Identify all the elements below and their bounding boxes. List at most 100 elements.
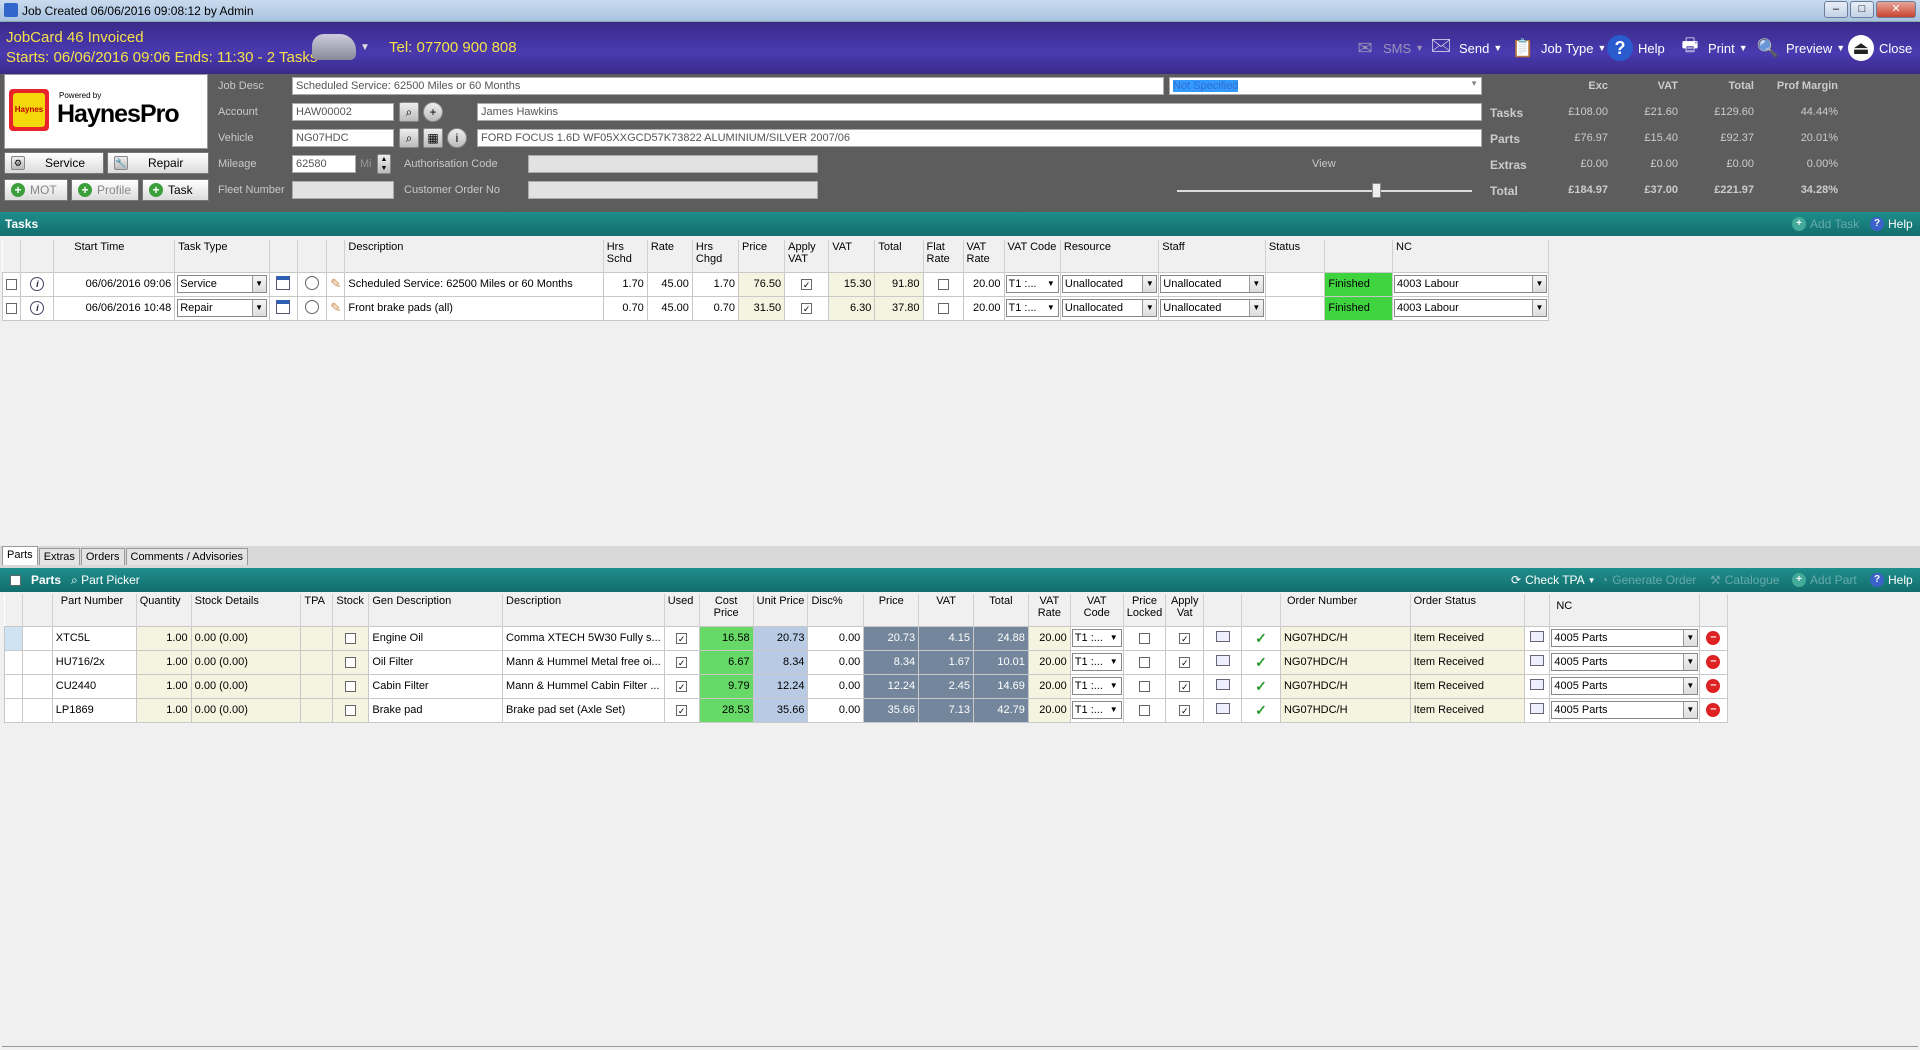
calendar-icon[interactable]: [276, 299, 291, 314]
fleet-number-field[interactable]: [292, 181, 394, 199]
resource-select[interactable]: Unallocated ▼: [1061, 275, 1158, 293]
minimize-button[interactable]: –: [1824, 1, 1848, 18]
car-dropdown-icon[interactable]: ▼: [360, 42, 370, 53]
maximize-button[interactable]: □: [1850, 1, 1874, 18]
column-header[interactable]: Rate: [647, 240, 693, 272]
preview-button[interactable]: 🔍 Preview ▼: [1755, 30, 1845, 66]
customer-order-field[interactable]: [528, 181, 818, 199]
mot-button[interactable]: + MOT: [4, 179, 68, 201]
part-description[interactable]: Mann & Hummel Cabin Filter ...: [502, 673, 665, 699]
part-unit-price[interactable]: 12.24: [752, 673, 809, 699]
check-tpa-button[interactable]: ⟳ Check TPA ▼: [1511, 573, 1596, 587]
part-gen-description[interactable]: Cabin Filter: [368, 673, 504, 699]
car-icon[interactable]: [312, 34, 356, 60]
table-row[interactable]: i 06/06/2016 10:48 Repair ▼ ✎ Front brake…: [1, 295, 1549, 321]
column-header[interactable]: Task Type: [174, 240, 270, 272]
part-number[interactable]: CU2440: [51, 673, 137, 699]
table-row[interactable]: CU2440 1.00 0.00 (0.00) Cabin Filter Man…: [4, 673, 1729, 699]
job-type-button[interactable]: 📋 Job Type ▼: [1510, 30, 1607, 66]
apply-vat-checkbox[interactable]: ✓: [1179, 632, 1191, 644]
column-header[interactable]: Total: [973, 594, 1029, 626]
column-header[interactable]: Apply Vat: [1165, 594, 1205, 626]
column-header[interactable]: Resource: [1060, 240, 1160, 272]
note-icon[interactable]: [1530, 655, 1545, 666]
vat-code-select[interactable]: T1 :... ▼: [1005, 275, 1059, 293]
add-part-button[interactable]: + Add Part: [1792, 573, 1857, 587]
column-header[interactable]: Cost Price: [699, 594, 754, 626]
part-unit-price[interactable]: 8.34: [752, 649, 809, 675]
task-hrs-chgd[interactable]: 1.70: [691, 271, 740, 297]
account-field[interactable]: HAW00002: [292, 103, 394, 121]
part-number[interactable]: XTC5L: [51, 625, 137, 651]
vehicle-info-icon[interactable]: i: [447, 128, 467, 148]
used-checkbox[interactable]: ✓: [676, 632, 688, 644]
nc-select[interactable]: 4005 Parts ▼: [1551, 653, 1698, 671]
vat-code-select[interactable]: T1 :... ▼: [1071, 701, 1122, 719]
part-cost-price[interactable]: 6.67: [698, 649, 754, 675]
nc-select[interactable]: 4005 Parts ▼: [1551, 629, 1698, 647]
help-button[interactable]: ? Help: [1607, 30, 1665, 66]
view-slider-knob[interactable]: [1372, 183, 1381, 198]
part-discount[interactable]: 0.00: [807, 625, 865, 651]
search-icon[interactable]: ⌕: [399, 102, 419, 122]
column-header[interactable]: Total: [874, 240, 924, 272]
nc-select[interactable]: 4005 Parts ▼: [1551, 677, 1698, 695]
column-header[interactable]: Stock Details: [191, 594, 302, 626]
column-header[interactable]: Hrs Chgd: [692, 240, 740, 272]
add-account-icon[interactable]: +: [423, 102, 443, 122]
apply-vat-checkbox[interactable]: ✓: [801, 302, 813, 314]
column-header[interactable]: Apply VAT: [784, 240, 830, 272]
part-gen-description[interactable]: Engine Oil: [368, 625, 504, 651]
part-discount[interactable]: 0.00: [807, 673, 865, 699]
view-slider[interactable]: [1177, 183, 1472, 198]
apply-vat-checkbox[interactable]: ✓: [1179, 680, 1191, 692]
profile-button[interactable]: + Profile: [71, 179, 139, 201]
search-icon[interactable]: ⌕: [399, 128, 419, 148]
part-cost-price[interactable]: 16.58: [698, 625, 754, 651]
close-window-button[interactable]: ✕: [1876, 1, 1916, 18]
used-checkbox[interactable]: ✓: [676, 656, 688, 668]
used-checkbox[interactable]: ✓: [676, 680, 688, 692]
table-row[interactable]: XTC5L 1.00 0.00 (0.00) Engine Oil Comma …: [4, 625, 1729, 651]
column-header[interactable]: Disc%: [807, 594, 865, 626]
calendar-icon[interactable]: ▦: [423, 128, 443, 148]
part-discount[interactable]: 0.00: [807, 697, 865, 723]
note-icon[interactable]: [1530, 631, 1545, 642]
apply-vat-checkbox[interactable]: ✓: [1179, 704, 1191, 716]
customer-name-field[interactable]: James Hawkins: [477, 103, 1482, 121]
task-hrs-schd[interactable]: 1.70: [602, 271, 648, 297]
stock-checkbox[interactable]: [345, 656, 357, 668]
column-header[interactable]: Price: [863, 594, 920, 626]
column-header[interactable]: Flat Rate: [923, 240, 964, 272]
column-header[interactable]: Order Status: [1410, 594, 1526, 626]
nc-select[interactable]: 4003 Labour ▼: [1394, 299, 1547, 317]
table-row[interactable]: LP1869 1.00 0.00 (0.00) Brake pad Brake …: [4, 697, 1729, 723]
apply-vat-checkbox[interactable]: ✓: [801, 278, 813, 290]
task-type-select[interactable]: Repair ▼: [177, 299, 267, 317]
column-header[interactable]: Status: [1265, 240, 1326, 272]
part-cost-price[interactable]: 9.79: [698, 673, 754, 699]
task-rate[interactable]: 45.00: [646, 295, 693, 321]
column-header[interactable]: NC: [1392, 240, 1549, 272]
part-description[interactable]: Comma XTECH 5W30 Fully s...: [502, 625, 665, 651]
vat-code-select[interactable]: T1 :... ▼: [1071, 629, 1122, 647]
column-header[interactable]: Quantity: [136, 594, 192, 626]
flat-rate-checkbox[interactable]: [937, 278, 949, 290]
tab-comments[interactable]: Comments / Advisories: [125, 548, 248, 565]
edit-icon[interactable]: ✎: [330, 276, 341, 291]
vat-code-select[interactable]: T1 :... ▼: [1071, 653, 1122, 671]
note-icon[interactable]: [1215, 655, 1230, 666]
print-button[interactable]: 🖶 Print ▼: [1677, 30, 1748, 66]
column-header[interactable]: Stock: [332, 594, 370, 626]
note-icon[interactable]: [1530, 703, 1545, 714]
task-price[interactable]: 31.50: [738, 295, 786, 321]
catalogue-button[interactable]: ⚒ Catalogue: [1710, 573, 1779, 587]
tab-orders[interactable]: Orders: [80, 548, 125, 565]
task-price[interactable]: 76.50: [738, 271, 786, 297]
task-description[interactable]: Front brake pads (all): [344, 295, 604, 321]
delete-icon[interactable]: –: [1706, 655, 1721, 669]
part-gen-description[interactable]: Brake pad: [368, 697, 504, 723]
column-header[interactable]: TPA: [300, 594, 334, 626]
info-icon[interactable]: i: [30, 277, 45, 291]
close-button[interactable]: ⏏ Close: [1848, 30, 1912, 66]
